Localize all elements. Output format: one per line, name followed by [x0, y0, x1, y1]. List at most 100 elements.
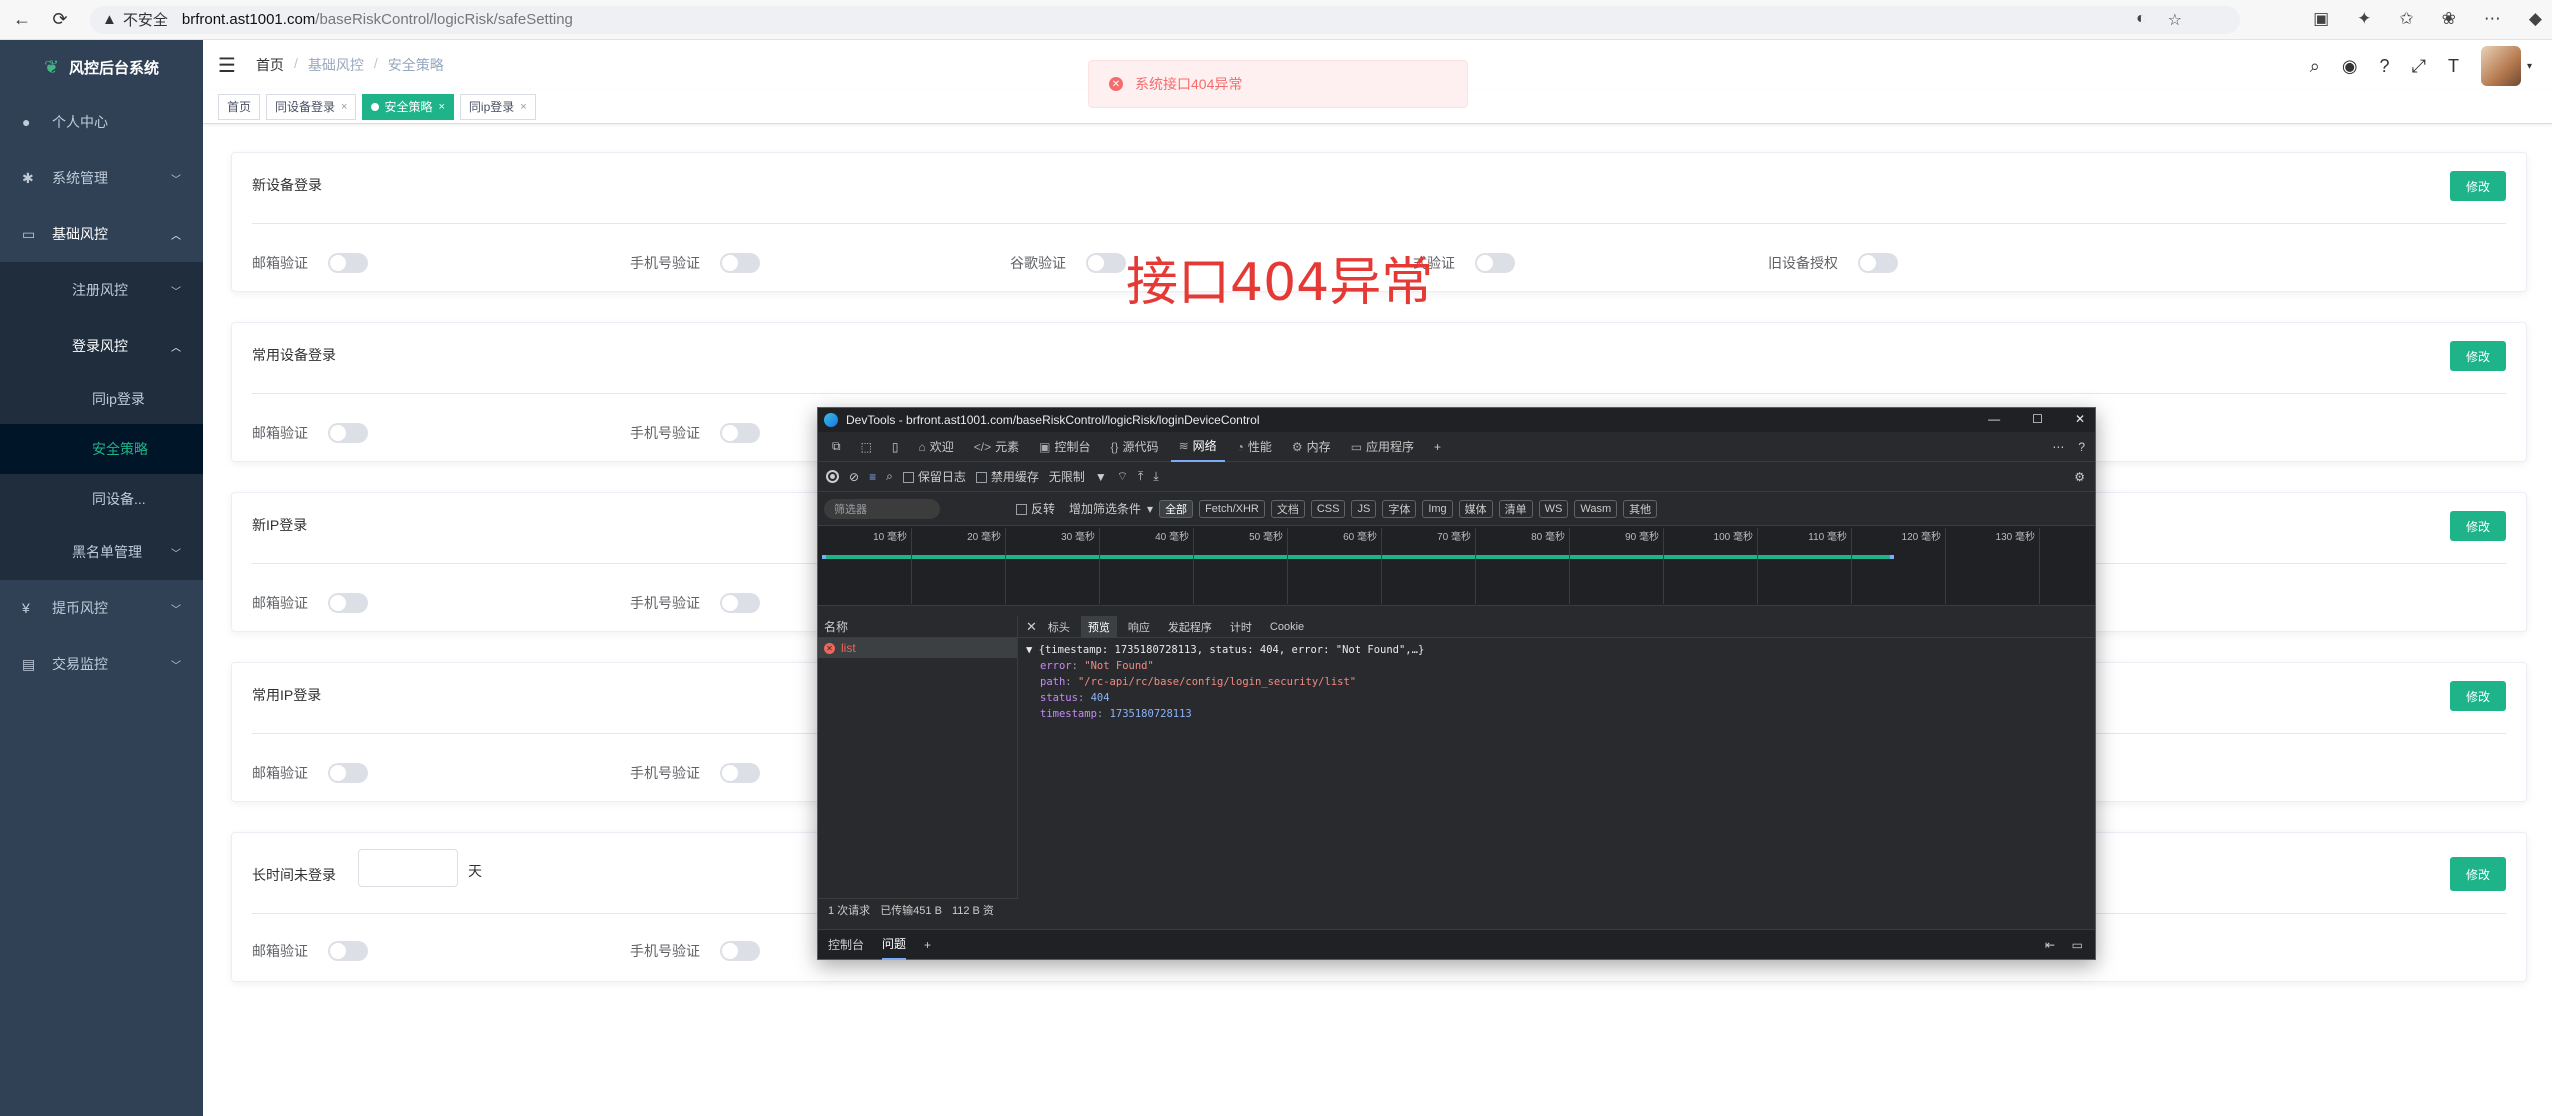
more-filters-dropdown[interactable]: 增加筛选条件	[1069, 500, 1141, 517]
breadcrumb-home[interactable]: 首页	[256, 55, 284, 75]
tab-cookies[interactable]: Cookie	[1263, 616, 1311, 638]
filter-type-css[interactable]: CSS	[1310, 499, 1346, 518]
filter-type-media[interactable]: 媒体	[1458, 499, 1493, 518]
email-switch[interactable]	[328, 593, 368, 613]
tab-performance[interactable]: ◔ 性能	[1229, 432, 1280, 462]
tab-response[interactable]: 响应	[1121, 616, 1157, 638]
close-icon[interactable]: ×	[341, 101, 347, 113]
email-switch[interactable]	[328, 941, 368, 961]
inspect-icon[interactable]: ⬚	[853, 432, 880, 462]
edit-button[interactable]: 修改	[2450, 681, 2506, 711]
sidebar-item-login-risk[interactable]: 登录风控 ︿	[0, 318, 203, 374]
favorite-star-icon[interactable]: ☆	[2168, 10, 2182, 30]
favorites-icon[interactable]: ✩	[2399, 9, 2413, 29]
json-summary-row[interactable]: ▼ {timestamp: 1735180728113, status: 404…	[1026, 642, 2087, 658]
avatar[interactable]	[2480, 46, 2521, 86]
tag-same-device-login[interactable]: 同设备登录 ×	[266, 93, 357, 120]
edge-copilot-icon[interactable]: ◆	[2529, 9, 2542, 29]
phone-switch[interactable]	[720, 593, 760, 613]
drawer-tab-console[interactable]: 控制台	[828, 936, 864, 953]
filter-icon[interactable]: ≡	[869, 470, 876, 484]
filter-input[interactable]: 筛选器	[824, 498, 940, 519]
sidebar-item-base-risk[interactable]: ▭ 基础风控 ︿	[0, 206, 203, 262]
sidebar-item-security-policy[interactable]: 安全策略	[0, 424, 203, 474]
filter-type-wasm[interactable]: Wasm	[1574, 499, 1618, 518]
phone-switch[interactable]	[720, 423, 760, 443]
disable-cache-checkbox[interactable]: 禁用缓存	[975, 468, 1039, 485]
invert-checkbox[interactable]: 反转	[1016, 500, 1055, 517]
name-column-header[interactable]: 名称	[818, 616, 1017, 638]
sidebar-item-same-ip-login[interactable]: 同ip登录	[0, 374, 203, 424]
days-input[interactable]	[358, 849, 458, 887]
close-detail-icon[interactable]: ✕	[1026, 619, 1037, 635]
back-icon[interactable]: ←	[6, 4, 38, 36]
tab-headers[interactable]: 标头	[1041, 616, 1077, 638]
dock-icon[interactable]: ▯	[884, 432, 907, 462]
edit-button[interactable]: 修改	[2450, 511, 2506, 541]
filter-type-ws[interactable]: WS	[1538, 499, 1569, 518]
export-icon[interactable]: ⤓	[1153, 469, 1158, 484]
minimize-icon[interactable]: —	[1988, 412, 2000, 426]
request-row[interactable]: ✕ list	[818, 638, 1017, 658]
email-switch[interactable]	[328, 423, 368, 443]
sidebar-item-same-device[interactable]: 同设备...	[0, 474, 203, 524]
edit-button[interactable]: 修改	[2450, 341, 2506, 371]
search-icon[interactable]: ⌕	[2310, 56, 2320, 77]
logo[interactable]: ❦ 风控后台系统	[0, 40, 203, 94]
filter-type-doc[interactable]: 文档	[1270, 499, 1305, 518]
tab-timing[interactable]: 计时	[1223, 616, 1259, 638]
network-conditions-icon[interactable]: ⌔	[1117, 469, 1128, 484]
tag-security-policy[interactable]: 安全策略 ×	[362, 93, 454, 120]
font-size-icon[interactable]: T	[2448, 56, 2459, 77]
reload-icon[interactable]: ⟳	[44, 4, 76, 36]
tab-console[interactable]: ▣ 控制台	[1031, 432, 1098, 462]
filter-type-js[interactable]: JS	[1351, 499, 1377, 518]
dock-side-icon[interactable]: ⇤	[2045, 938, 2055, 952]
sidebar-item-trade-monitor[interactable]: ▤ 交易监控 ﹀	[0, 636, 203, 692]
email-switch[interactable]	[328, 763, 368, 783]
google-switch[interactable]	[1086, 253, 1126, 273]
address-bar[interactable]: ▲ 不安全 brfront.ast1001.com/baseRiskContro…	[90, 5, 2240, 34]
tab-network[interactable]: ≋ 网络	[1170, 432, 1225, 462]
extensions-icon[interactable]: ✦	[2357, 9, 2371, 29]
maximize-icon[interactable]: ☐	[2032, 412, 2043, 426]
more-icon[interactable]: ⋯	[2052, 440, 2064, 454]
email-switch[interactable]	[328, 253, 368, 273]
filter-type-other[interactable]: 其他	[1623, 499, 1658, 518]
github-icon[interactable]: ◉	[2342, 56, 2358, 77]
tab-initiator[interactable]: 发起程序	[1161, 616, 1219, 638]
settings-icon[interactable]: ⚙	[2074, 470, 2085, 484]
other-verify-switch[interactable]	[1475, 253, 1515, 273]
translate-icon[interactable]: ◐	[2136, 10, 2146, 30]
import-icon[interactable]: ⤒	[1138, 469, 1143, 484]
filter-type-img[interactable]: Img	[1422, 499, 1453, 518]
expand-triangle-icon[interactable]: ▼	[1026, 644, 1032, 656]
tag-home[interactable]: 首页	[218, 93, 261, 120]
sidebar-item-blacklist[interactable]: 黑名单管理 ﹀	[0, 524, 203, 580]
old-device-switch[interactable]	[1858, 253, 1898, 273]
split-screen-icon[interactable]: ▣	[2313, 9, 2329, 29]
undock-icon[interactable]: ▭	[2072, 938, 2083, 952]
close-icon[interactable]: ✕	[2075, 412, 2085, 426]
more-icon[interactable]: ⋯	[2484, 9, 2501, 29]
tab-sources[interactable]: {} 源代码	[1103, 432, 1167, 462]
close-icon[interactable]: ×	[520, 101, 526, 113]
caret-down-icon[interactable]: ▾	[2527, 61, 2532, 72]
preserve-log-checkbox[interactable]: 保留日志	[902, 468, 966, 485]
close-icon[interactable]: ×	[438, 101, 444, 113]
help-icon[interactable]: ?	[2380, 56, 2390, 77]
edit-button[interactable]: 修改	[2450, 857, 2506, 891]
filter-type-manifest[interactable]: 清单	[1498, 499, 1533, 518]
sidebar-item-system[interactable]: ✱ 系统管理 ﹀	[0, 150, 203, 206]
sidebar-item-register-risk[interactable]: 注册风控 ﹀	[0, 262, 203, 318]
help-icon[interactable]: ?	[2078, 440, 2085, 454]
sidebar-item-withdraw-risk[interactable]: ¥ 提币风控 ﹀	[0, 580, 203, 636]
clear-icon[interactable]: ⊘	[849, 470, 859, 484]
fullscreen-icon[interactable]: ⤢	[2412, 56, 2426, 77]
copilot-icon[interactable]: ❀	[2442, 9, 2456, 29]
phone-switch[interactable]	[720, 941, 760, 961]
throttle-select[interactable]: 无限制	[1049, 468, 1085, 485]
phone-switch[interactable]	[720, 763, 760, 783]
filter-type-fetch[interactable]: Fetch/XHR	[1199, 499, 1265, 518]
add-tab-icon[interactable]: +	[1426, 432, 1449, 462]
